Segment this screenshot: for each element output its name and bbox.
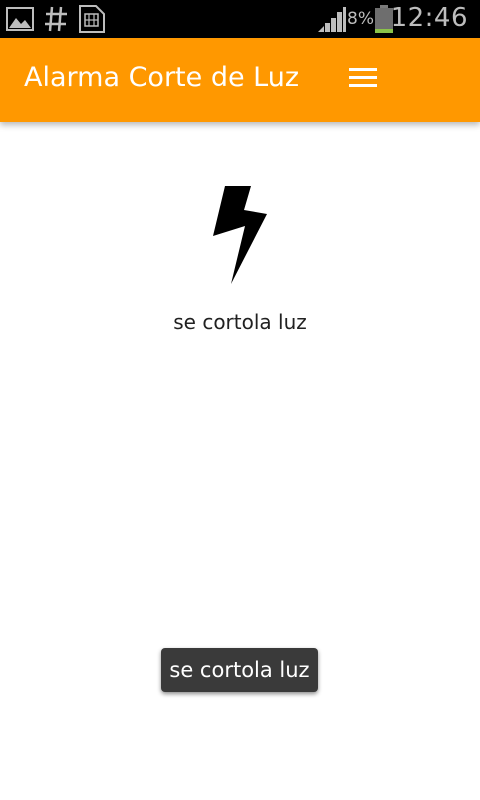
app-title: Alarma Corte de Luz xyxy=(24,62,300,93)
signal-bars-icon xyxy=(316,6,346,36)
menu-button[interactable] xyxy=(342,62,384,98)
hamburger-menu-icon xyxy=(349,67,377,93)
status-bar: 8% 12:46 xyxy=(0,0,480,38)
hash-icon xyxy=(44,5,68,37)
toast-message: se cortola luz xyxy=(161,648,318,692)
status-clock: 12:46 xyxy=(390,3,468,33)
lightning-bolt-icon xyxy=(211,184,269,286)
gallery-icon xyxy=(6,7,34,35)
battery-percent: 8% xyxy=(347,9,374,29)
app-screen: 8% 12:46 Alarma Corte de Luz se cortola … xyxy=(0,0,480,800)
power-status-text: se cortola luz xyxy=(173,310,307,334)
app-bar: Alarma Corte de Luz xyxy=(0,38,480,122)
sim-card-icon xyxy=(78,4,106,38)
